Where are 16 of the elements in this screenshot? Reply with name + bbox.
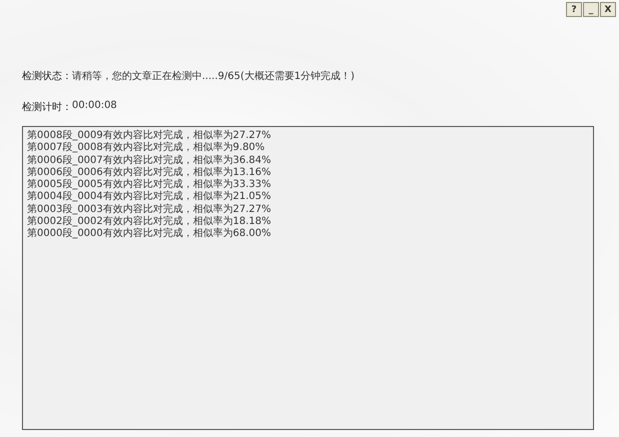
log-line: 第0000段_0000有效内容比对完成，相似率为68.00% <box>27 228 272 241</box>
log-line: 第0002段_0002有效内容比对完成，相似率为18.18% <box>27 216 272 228</box>
timer-value: 00:00:08 <box>72 100 117 113</box>
log-line: 第0004段_0004有效内容比对完成，相似率为21.05% <box>27 191 272 204</box>
window-control-button[interactable]: _ <box>583 2 599 17</box>
status-text: 请稍等，您的文章正在检测中.....9/65(大概还需要1分钟完成！) <box>72 70 355 83</box>
window-control-button[interactable]: ? <box>566 2 582 17</box>
log-line: 第0005段_0005有效内容比对完成，相似率为33.33% <box>27 179 272 190</box>
log-line: 第0008段_0009有效内容比对完成，相似率为27.27% <box>27 130 272 142</box>
log-line: 第0007段_0008有效内容比对完成，相似率为9.80% <box>27 142 266 154</box>
log-line: 第0003段_0003有效内容比对完成，相似率为27.27% <box>27 204 272 216</box>
timer-label: 检测计时： <box>22 100 72 114</box>
log-line: 第0006段_0006有效内容比对完成，相似率为13.16% <box>27 166 272 178</box>
status-label: 检测状态： <box>22 70 72 83</box>
log-line: 第0006段_0007有效内容比对完成，相似率为36.84% <box>27 154 272 166</box>
window-control-button[interactable]: X <box>600 2 616 17</box>
